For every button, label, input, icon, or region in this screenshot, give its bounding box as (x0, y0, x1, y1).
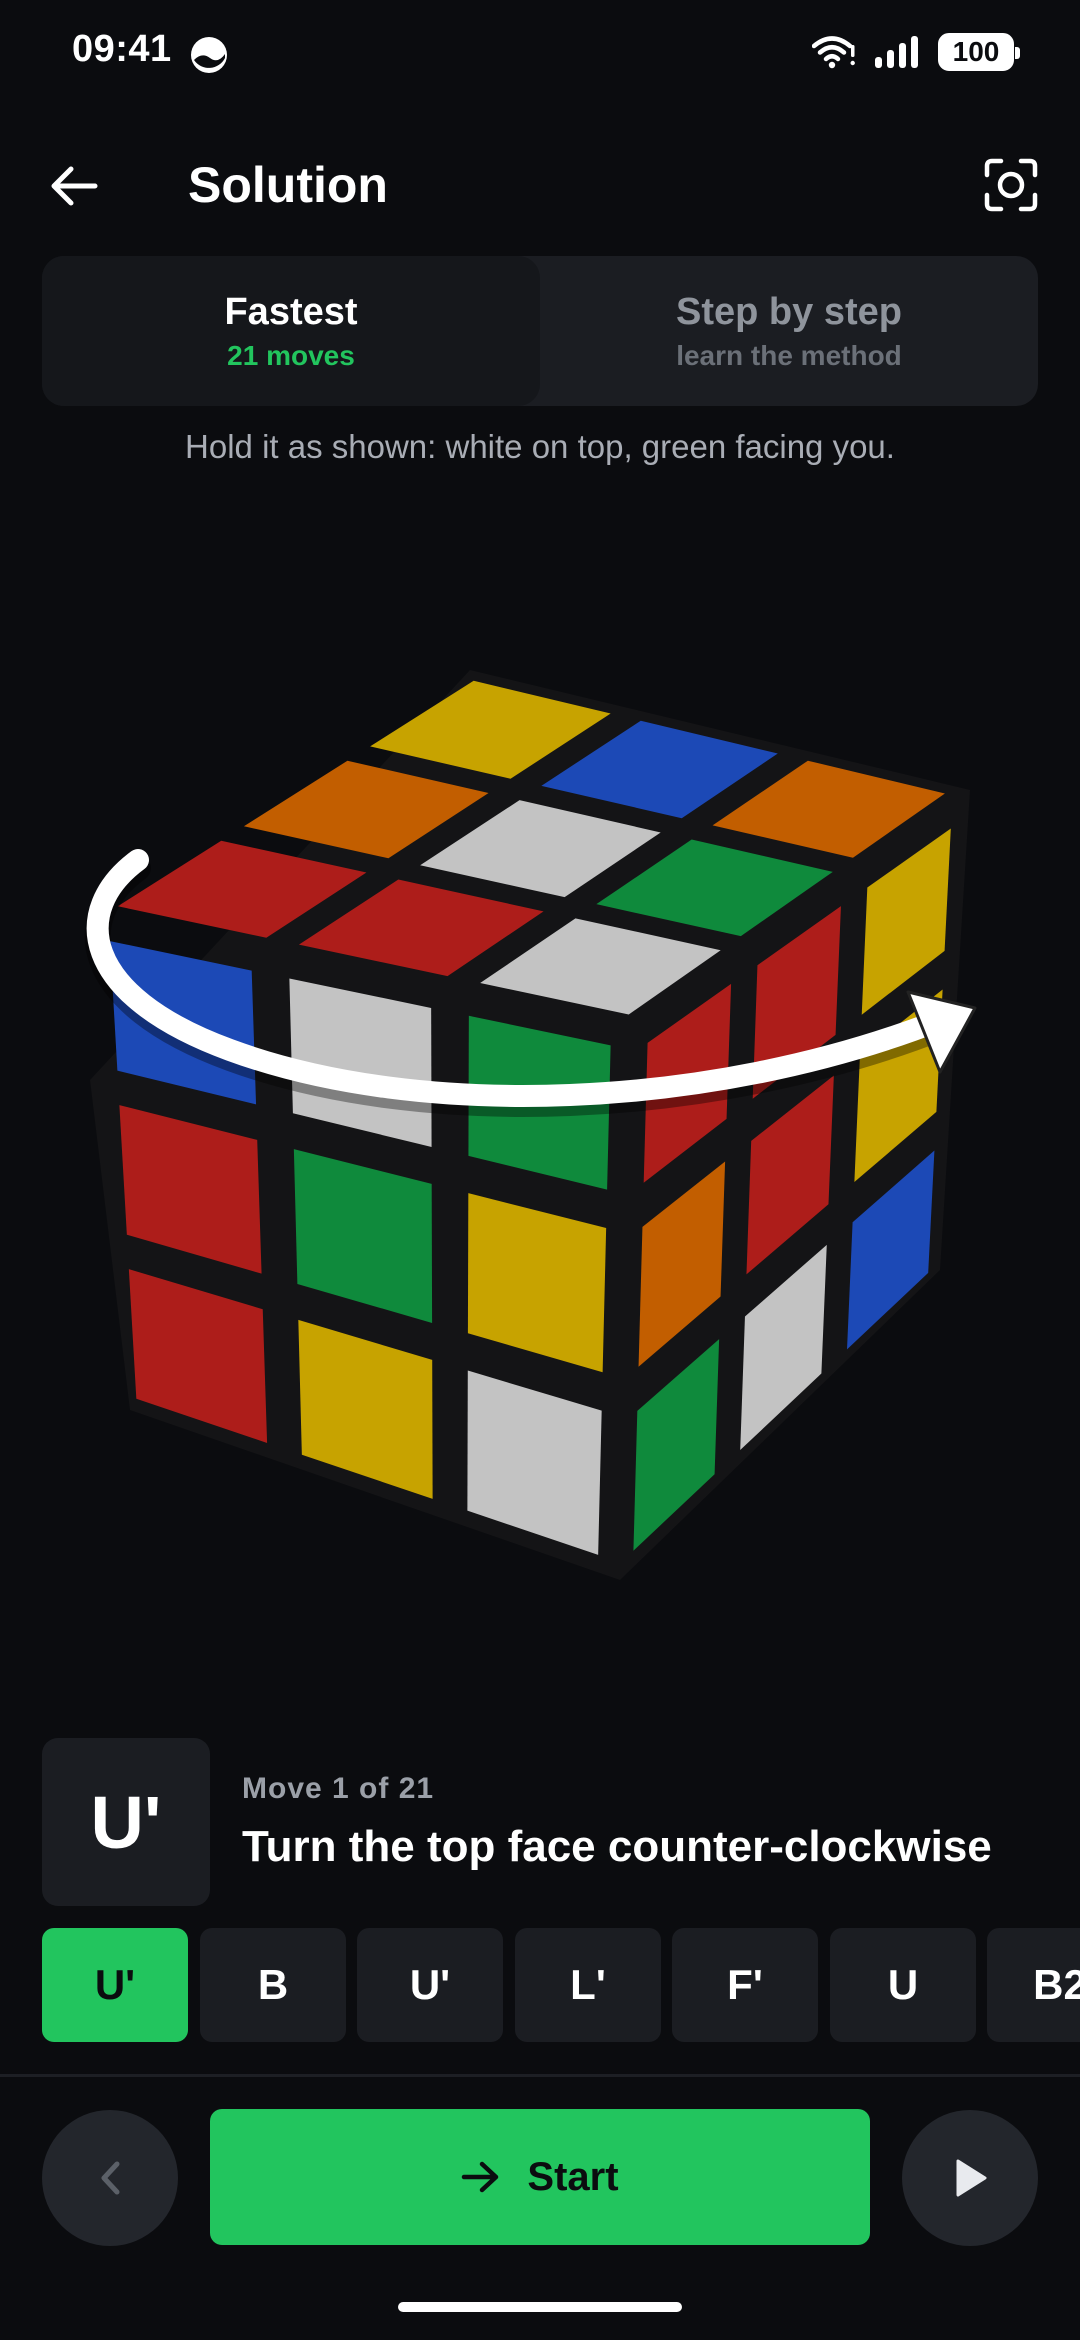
app-header: Solution (0, 130, 1080, 240)
status-time: 09:41 (72, 28, 172, 70)
status-bar: 09:41 100 (0, 0, 1080, 110)
start-button[interactable]: Start (210, 2109, 870, 2245)
tab-fastest-label: Fastest (224, 290, 358, 333)
current-move-notation: U' (42, 1738, 210, 1906)
method-tabs: Fastest 21 moves Step by step learn the … (42, 256, 1038, 406)
arrow-left-icon (51, 166, 98, 206)
start-button-label: Start (527, 2154, 619, 2199)
wifi-icon (812, 36, 855, 69)
data-saver-icon (191, 37, 227, 73)
hold-instruction: Hold it as shown: white on top, green fa… (185, 428, 895, 465)
move-sequence: U' B U' L' F' U B2 (42, 1928, 1080, 2042)
move-chip-6[interactable]: U (830, 1928, 976, 2042)
move-chip-7[interactable]: B2 (987, 1928, 1080, 2042)
move-chip-2[interactable]: B (200, 1928, 346, 2042)
rubiks-cube-illustration (84, 670, 977, 1580)
chevron-left-icon (101, 2161, 120, 2195)
back-button[interactable] (36, 148, 112, 224)
battery-indicator: 100 (938, 33, 1020, 71)
tab-fastest-sublabel: 21 moves (227, 339, 355, 371)
scan-cube-button[interactable] (972, 146, 1050, 224)
signal-icon (875, 36, 918, 68)
tab-fastest[interactable]: Fastest 21 moves (42, 256, 540, 406)
status-icons: 100 (812, 30, 1020, 74)
move-chip-5[interactable]: F' (672, 1928, 818, 2042)
move-description: Turn the top face counter-clockwise (242, 1822, 992, 1871)
play-icon (956, 2159, 987, 2197)
move-chip-3[interactable]: U' (357, 1928, 503, 2042)
arrow-right-icon (462, 2161, 499, 2193)
move-chip-1[interactable]: U' (42, 1928, 188, 2042)
divider (0, 2074, 1080, 2077)
move-chip-4[interactable]: L' (515, 1928, 661, 2042)
tab-step-by-step[interactable]: Step by step learn the method (540, 256, 1038, 406)
page-title: Solution (188, 157, 388, 213)
cube-3d-view[interactable] (60, 640, 1020, 1610)
previous-move-button[interactable] (42, 2110, 178, 2246)
tab-step-by-step-label: Step by step (676, 290, 902, 333)
camera-scan-icon (984, 158, 1038, 212)
tab-step-by-step-sublabel: learn the method (676, 339, 902, 371)
autoplay-button[interactable] (902, 2110, 1038, 2246)
home-indicator (398, 2302, 682, 2312)
move-counter: Move 1 of 21 (242, 1772, 435, 1805)
